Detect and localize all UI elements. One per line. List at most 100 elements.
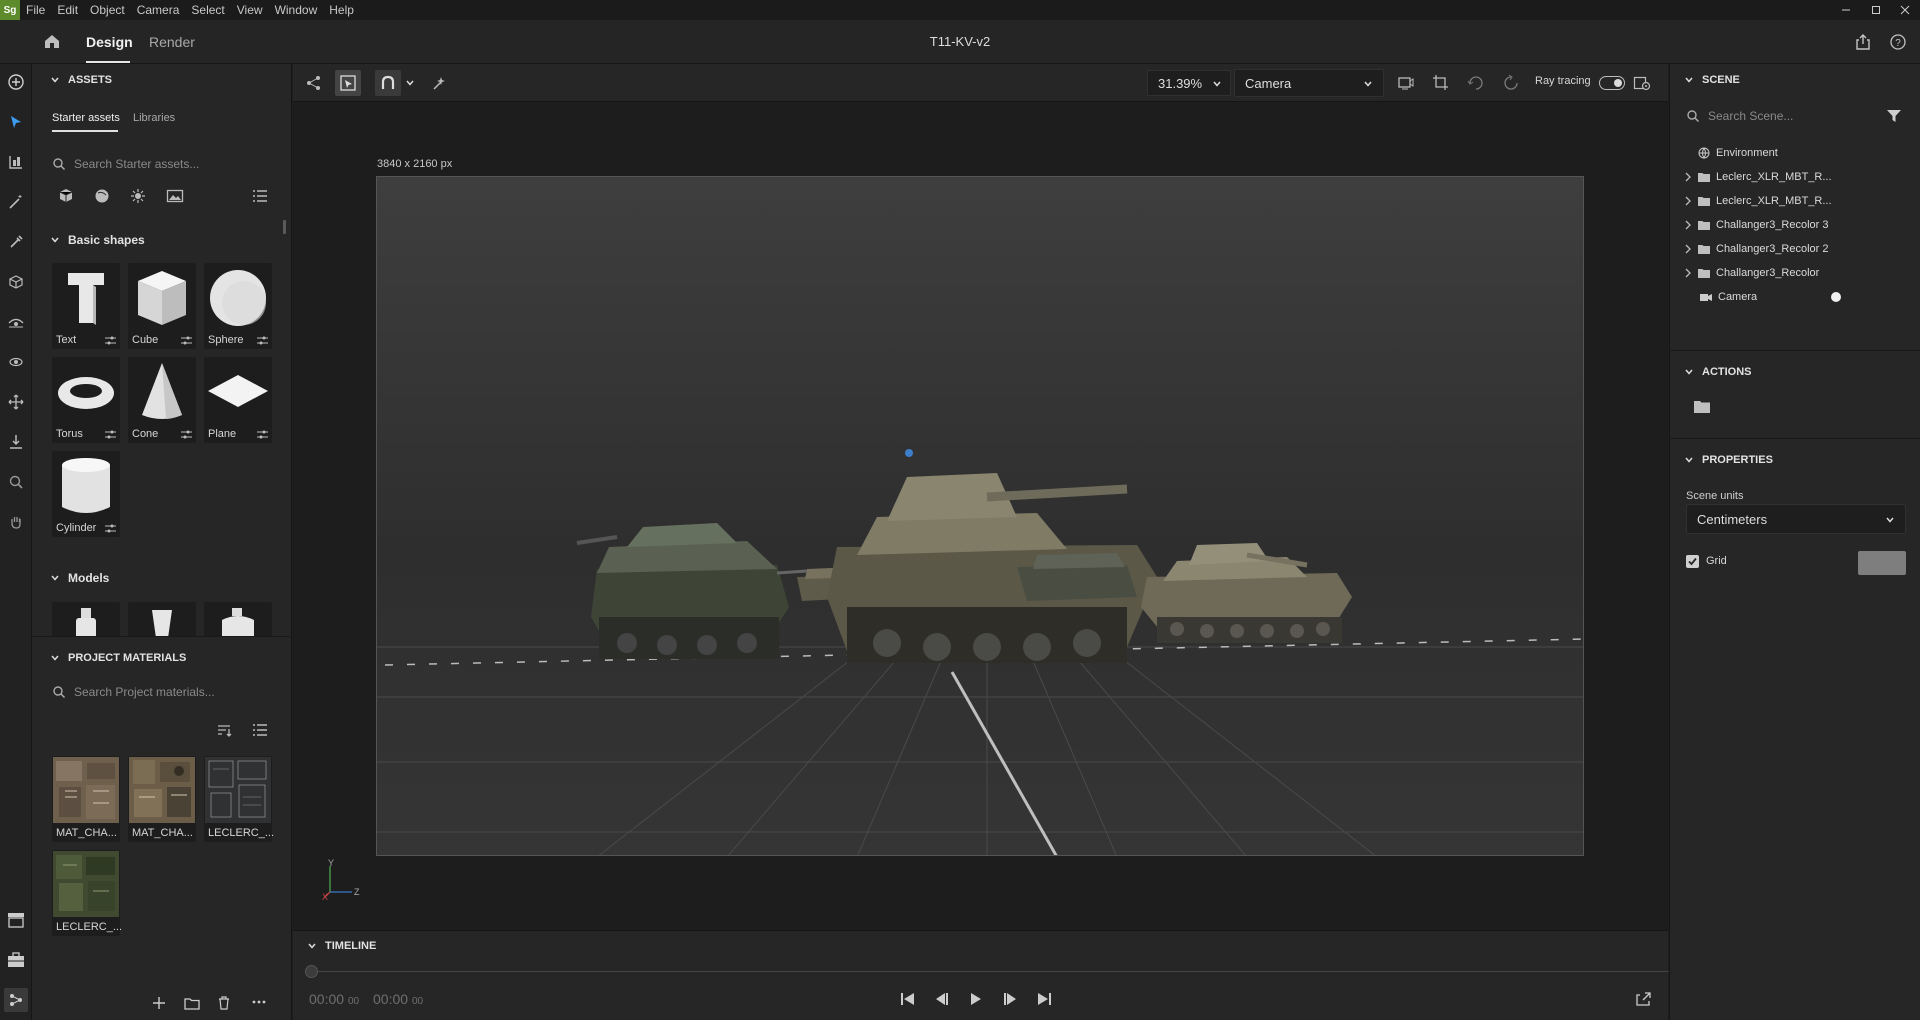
grid-color-swatch[interactable]	[1858, 551, 1906, 575]
options-icon[interactable]	[257, 430, 268, 439]
chevron-right-icon[interactable]	[1684, 196, 1692, 206]
add-button[interactable]	[4, 70, 28, 94]
toolbox-button[interactable]	[4, 948, 28, 972]
crop-frame-button[interactable]	[1432, 74, 1450, 92]
menu-object[interactable]: Object	[84, 0, 131, 20]
chevron-right-icon[interactable]	[1684, 172, 1692, 182]
shape-cone-tile[interactable]: Cone	[128, 357, 196, 443]
models-header[interactable]: Models	[32, 568, 109, 588]
group-action-button[interactable]	[1694, 400, 1710, 413]
pan-tool[interactable]	[4, 510, 28, 534]
sample-tool[interactable]	[4, 230, 28, 254]
menu-view[interactable]: View	[231, 0, 269, 20]
materials-search[interactable]: Search Project materials...	[52, 680, 272, 704]
skip-to-start-button[interactable]	[899, 991, 917, 1007]
add-material-button[interactable]	[152, 996, 166, 1010]
align-tool[interactable]	[4, 150, 28, 174]
maximize-button[interactable]	[1861, 0, 1891, 20]
select-tool[interactable]	[4, 110, 28, 134]
material-tile[interactable]: MAT_CHA...	[128, 756, 196, 842]
view-tool[interactable]	[4, 310, 28, 334]
chevron-right-icon[interactable]	[1684, 220, 1692, 230]
frame-selection-button[interactable]	[335, 70, 361, 96]
snap-button[interactable]	[375, 70, 401, 96]
shape-cylinder-tile[interactable]: Cylinder	[52, 451, 120, 537]
project-materials-header[interactable]: PROJECT MATERIALS	[32, 648, 186, 668]
grid-checkbox[interactable]	[1686, 555, 1699, 568]
scene-item-leclerc-2[interactable]: Leclerc_XLR_MBT_R...	[1670, 190, 1920, 212]
menu-help[interactable]: Help	[323, 0, 360, 20]
model-bottle-tile[interactable]	[52, 602, 120, 636]
basic-shapes-header[interactable]: Basic shapes	[32, 230, 145, 250]
render-settings-button[interactable]	[1633, 74, 1651, 92]
sort-button[interactable]	[216, 722, 232, 738]
options-icon[interactable]	[105, 336, 116, 345]
camera-bookmark-button[interactable]	[1397, 74, 1415, 92]
camera-dropdown[interactable]: Camera	[1234, 69, 1384, 97]
tab-starter-assets[interactable]: Starter assets	[52, 112, 120, 124]
menu-window[interactable]: Window	[269, 0, 324, 20]
menu-select[interactable]: Select	[185, 0, 230, 20]
ray-tracing-toggle[interactable]	[1599, 76, 1625, 90]
menu-edit[interactable]: Edit	[51, 0, 84, 20]
play-button[interactable]	[967, 991, 985, 1007]
shape-plane-tile[interactable]: Plane	[204, 357, 272, 443]
assets-scrollbar[interactable]	[283, 220, 286, 234]
timeline-header[interactable]: TIMELINE	[293, 936, 376, 956]
properties-header[interactable]: PROPERTIES	[1670, 450, 1773, 470]
drop-tool[interactable]	[4, 430, 28, 454]
step-forward-button[interactable]	[1001, 991, 1019, 1007]
filter-lights-button[interactable]	[130, 188, 146, 204]
rotate-view-button[interactable]	[1467, 74, 1485, 92]
timeline-track[interactable]	[311, 971, 1673, 972]
assets-header[interactable]: ASSETS	[32, 70, 112, 90]
snap-options-dropdown[interactable]	[405, 78, 415, 88]
tab-libraries[interactable]: Libraries	[133, 112, 175, 124]
materials-search-input[interactable]: Search Project materials...	[74, 685, 215, 699]
close-button[interactable]	[1890, 0, 1920, 20]
render-canvas[interactable]	[376, 176, 1584, 856]
menu-camera[interactable]: Camera	[131, 0, 186, 20]
object-tool[interactable]	[4, 270, 28, 294]
shape-torus-tile[interactable]: Torus	[52, 357, 120, 443]
skip-to-end-button[interactable]	[1035, 991, 1053, 1007]
filter-materials-button[interactable]	[94, 188, 110, 204]
materials-list-view-button[interactable]	[252, 722, 268, 738]
zoom-tool[interactable]	[4, 470, 28, 494]
scene-units-dropdown[interactable]: Centimeters	[1686, 504, 1906, 534]
shape-sphere-tile[interactable]: Sphere	[204, 263, 272, 349]
options-icon[interactable]	[105, 524, 116, 533]
chevron-right-icon[interactable]	[1684, 244, 1692, 254]
orbit-tool[interactable]	[4, 350, 28, 374]
shape-cube-tile[interactable]: Cube	[128, 263, 196, 349]
actions-header[interactable]: ACTIONS	[1670, 362, 1752, 382]
list-view-button[interactable]	[252, 188, 268, 204]
reset-view-button[interactable]	[1502, 74, 1520, 92]
scene-filter-button[interactable]	[1886, 108, 1902, 124]
playhead[interactable]	[305, 965, 318, 978]
scene-item-challanger-1[interactable]: Challanger3_Recolor	[1670, 262, 1920, 284]
options-icon[interactable]	[257, 336, 268, 345]
options-icon[interactable]	[105, 430, 116, 439]
material-tile[interactable]: LECLERC_...	[52, 850, 122, 936]
model-jug-tile[interactable]	[204, 602, 272, 636]
chevron-right-icon[interactable]	[1684, 268, 1692, 278]
options-icon[interactable]	[181, 336, 192, 345]
scene-item-environment[interactable]: Environment	[1670, 142, 1920, 164]
zoom-dropdown[interactable]: 31.39%	[1147, 70, 1231, 96]
delete-material-button[interactable]	[218, 996, 230, 1010]
nodes-button[interactable]	[4, 988, 28, 1012]
menu-file[interactable]: File	[20, 0, 51, 20]
scene-item-camera[interactable]: Camera	[1670, 286, 1920, 308]
scene-item-challanger-2[interactable]: Challanger3_Recolor 2	[1670, 238, 1920, 260]
minimize-button[interactable]	[1831, 0, 1861, 20]
more-options-button[interactable]	[252, 1000, 266, 1004]
export-animation-button[interactable]	[1635, 991, 1653, 1007]
scene-header[interactable]: SCENE	[1670, 70, 1740, 90]
archive-button[interactable]	[4, 908, 28, 932]
scene-search[interactable]: Search Scene...	[1686, 104, 1876, 128]
model-tube-tile[interactable]	[128, 602, 196, 636]
shape-text-tile[interactable]: Text	[52, 263, 120, 349]
assets-search-input[interactable]: Search Starter assets...	[74, 157, 199, 171]
filter-images-button[interactable]	[166, 188, 184, 204]
